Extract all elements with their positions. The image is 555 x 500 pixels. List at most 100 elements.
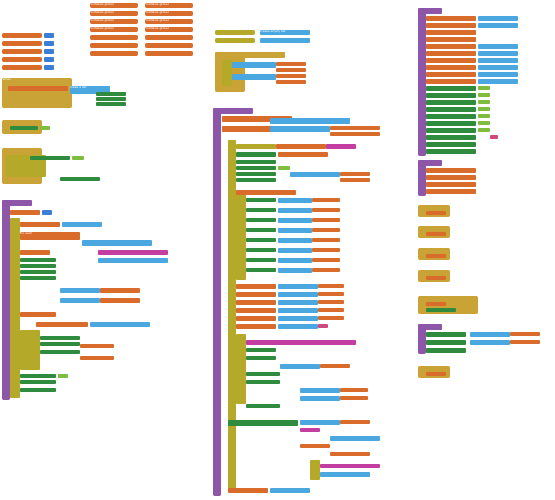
global-var-block[interactable] bbox=[145, 51, 193, 56]
list-block[interactable] bbox=[320, 472, 370, 477]
list-block[interactable] bbox=[478, 23, 518, 28]
list-block[interactable] bbox=[478, 79, 518, 84]
list-block[interactable] bbox=[478, 16, 518, 21]
list-block[interactable] bbox=[278, 324, 318, 329]
global-var-block[interactable] bbox=[2, 49, 42, 54]
get-block[interactable] bbox=[100, 288, 140, 293]
list-block[interactable] bbox=[278, 228, 312, 233]
list-block[interactable] bbox=[278, 258, 312, 263]
init-block[interactable] bbox=[215, 30, 255, 35]
list-block[interactable] bbox=[478, 51, 518, 56]
component-set-block[interactable] bbox=[246, 228, 276, 232]
global-var-block[interactable] bbox=[90, 35, 138, 40]
set-block[interactable] bbox=[426, 30, 476, 35]
component-set-block[interactable] bbox=[246, 258, 276, 262]
component-set-block[interactable] bbox=[426, 107, 476, 112]
number-block[interactable] bbox=[44, 33, 54, 38]
component-set-block[interactable] bbox=[246, 372, 280, 376]
call-block[interactable] bbox=[426, 232, 446, 236]
call-block[interactable] bbox=[426, 302, 446, 306]
get-block[interactable] bbox=[100, 298, 140, 303]
get-block[interactable] bbox=[340, 178, 370, 182]
component-set-block[interactable] bbox=[246, 380, 280, 384]
component-set-block[interactable] bbox=[426, 86, 476, 91]
global-var-block[interactable] bbox=[2, 33, 42, 38]
get-block[interactable] bbox=[330, 132, 380, 136]
component-set-block[interactable] bbox=[236, 152, 276, 157]
set-block[interactable] bbox=[426, 189, 476, 194]
procedure-block[interactable] bbox=[2, 200, 10, 400]
list-block[interactable] bbox=[278, 284, 318, 289]
component-set-block[interactable] bbox=[20, 388, 56, 392]
component-set-block[interactable] bbox=[40, 336, 80, 340]
component-set-block[interactable] bbox=[426, 142, 476, 147]
for-each-block[interactable]: for each bbox=[20, 232, 80, 240]
component-set-block[interactable] bbox=[20, 270, 56, 274]
global-var-block[interactable]: initialize global bbox=[90, 3, 138, 8]
component-set-block[interactable] bbox=[236, 160, 276, 164]
procedure-header[interactable] bbox=[213, 108, 253, 114]
list-block[interactable] bbox=[232, 74, 276, 80]
list-block[interactable] bbox=[60, 288, 100, 293]
component-block[interactable] bbox=[96, 97, 126, 101]
call-block[interactable] bbox=[426, 372, 446, 376]
blocks-workspace[interactable]: initialize global initialize global init… bbox=[0, 0, 555, 500]
set-block[interactable] bbox=[426, 44, 476, 49]
get-block[interactable] bbox=[340, 172, 370, 176]
component-set-block[interactable] bbox=[426, 100, 476, 105]
set-block[interactable] bbox=[236, 284, 276, 289]
component-set-block[interactable] bbox=[246, 356, 276, 360]
call-block[interactable] bbox=[426, 211, 446, 215]
get-block[interactable] bbox=[510, 340, 540, 344]
set-block[interactable] bbox=[426, 182, 476, 187]
component-set-block[interactable] bbox=[236, 166, 276, 170]
global-var-block[interactable] bbox=[145, 35, 193, 40]
list-block[interactable] bbox=[82, 240, 152, 246]
global-var-block[interactable]: initialize global bbox=[90, 19, 138, 24]
if-block[interactable] bbox=[228, 140, 236, 490]
text-block[interactable] bbox=[320, 464, 380, 468]
procedure-header[interactable] bbox=[418, 324, 442, 330]
list-block[interactable] bbox=[300, 420, 340, 425]
compare-block[interactable] bbox=[236, 144, 276, 149]
set-block[interactable] bbox=[236, 292, 276, 297]
if-block[interactable] bbox=[222, 60, 232, 86]
get-block[interactable] bbox=[36, 322, 88, 327]
text-block[interactable] bbox=[326, 144, 356, 149]
list-block[interactable] bbox=[232, 62, 276, 68]
list-block[interactable] bbox=[470, 340, 510, 345]
set-block[interactable] bbox=[426, 58, 476, 63]
bool-block[interactable] bbox=[278, 166, 290, 170]
list-block[interactable] bbox=[260, 38, 310, 43]
set-block[interactable] bbox=[236, 324, 276, 329]
list-block[interactable] bbox=[280, 364, 320, 369]
get-block[interactable] bbox=[312, 258, 340, 262]
get-block[interactable] bbox=[340, 396, 368, 400]
bool-block[interactable] bbox=[478, 128, 490, 132]
list-block[interactable] bbox=[278, 268, 312, 273]
component-set-block[interactable] bbox=[30, 156, 70, 160]
get-block[interactable] bbox=[300, 444, 330, 448]
set-block[interactable] bbox=[236, 308, 276, 313]
if-block[interactable] bbox=[20, 330, 40, 370]
global-var-block[interactable]: initialize global bbox=[145, 11, 193, 16]
component-set-block[interactable] bbox=[426, 340, 466, 345]
component-set-block[interactable] bbox=[20, 374, 56, 378]
global-var-block[interactable]: initialize global bbox=[145, 27, 193, 32]
set-block[interactable] bbox=[426, 65, 476, 70]
list-block[interactable] bbox=[278, 198, 312, 203]
call-block[interactable] bbox=[426, 276, 446, 280]
list-block[interactable] bbox=[278, 238, 312, 243]
component-set-block[interactable] bbox=[426, 128, 476, 133]
component-set-block[interactable] bbox=[20, 258, 56, 262]
component-set-block[interactable] bbox=[426, 348, 466, 353]
component-set-block[interactable] bbox=[236, 178, 276, 182]
number-block[interactable] bbox=[42, 210, 52, 215]
set-block[interactable] bbox=[228, 488, 268, 493]
component-set-block[interactable] bbox=[236, 172, 276, 176]
set-block[interactable] bbox=[426, 23, 476, 28]
procedure-block[interactable] bbox=[418, 8, 426, 156]
get-block[interactable] bbox=[340, 420, 370, 424]
set-block[interactable] bbox=[426, 72, 476, 77]
procedure-header[interactable] bbox=[418, 8, 442, 14]
